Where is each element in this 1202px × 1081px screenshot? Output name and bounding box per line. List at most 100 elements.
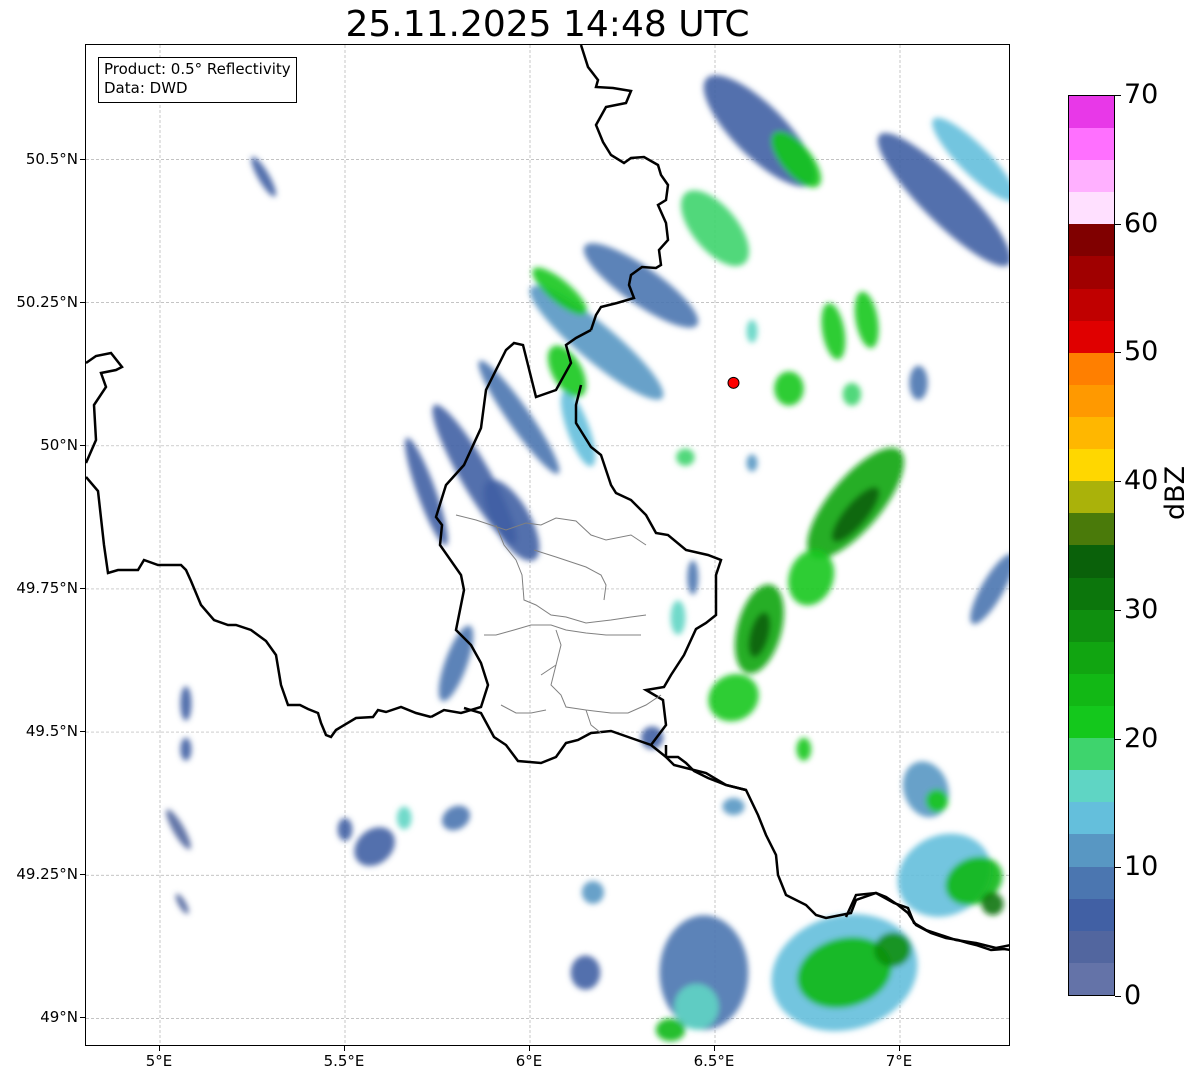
radar-map[interactable] (85, 44, 1010, 1046)
colorbar-segment (1069, 481, 1114, 514)
colorbar-segment (1069, 95, 1114, 129)
lat-tick-label: 50.5°N (25, 149, 78, 168)
colorbar-segment (1069, 834, 1114, 867)
echo-cell (570, 955, 601, 990)
echo-cell (441, 805, 471, 831)
lat-tick-mark (80, 158, 85, 160)
echo-cell (909, 365, 928, 400)
colorbar-segment (1069, 320, 1114, 353)
colorbar-segment (1069, 256, 1114, 289)
radar-site-marker[interactable] (727, 376, 740, 389)
lon-tick-label: 6.5°E (693, 1052, 735, 1070)
colorbar-segment (1069, 930, 1114, 963)
lat-tick-label: 49°N (40, 1008, 78, 1027)
lon-tick-label: 7°E (885, 1052, 913, 1070)
lat-tick-label: 49.75°N (16, 578, 78, 597)
colorbar-segment (1069, 770, 1114, 803)
colorbar-segment (1069, 288, 1114, 321)
data-source-label: Data: DWD (104, 79, 188, 97)
echo-cell (774, 371, 804, 406)
colorbar-segment (1069, 866, 1114, 899)
echo-cell (746, 319, 758, 343)
colorbar-segment (1069, 352, 1114, 385)
echo-cell (166, 809, 191, 850)
colorbar-segment (1069, 224, 1114, 257)
colorbar-tick-label: 70 (1124, 79, 1159, 110)
colorbar-tick-mark (1115, 223, 1121, 225)
colorbar-segment (1069, 706, 1114, 739)
echo-cell (708, 674, 759, 722)
colorbar-tick-label: 20 (1124, 722, 1159, 754)
colorbar-tick-mark (1115, 352, 1121, 354)
echo-cell (970, 553, 1009, 625)
lon-tick-label: 6°E (515, 1052, 543, 1070)
lat-tick-label: 49.25°N (16, 865, 78, 884)
lat-tick-mark (80, 587, 85, 589)
echo-cell (877, 132, 1009, 267)
echo-cell (175, 893, 189, 914)
colorbar-segment (1069, 962, 1114, 995)
product-info-box: Product: 0.5° Reflectivity Data: DWD (98, 57, 297, 103)
echo-cell (842, 382, 862, 406)
echo-cell (854, 291, 879, 349)
colorbar-tick-label: 40 (1124, 465, 1159, 497)
echo-cell (670, 600, 686, 635)
colorbar-segment (1069, 449, 1114, 482)
border-lu-fr (463, 706, 747, 792)
colorbar-segment (1069, 160, 1114, 193)
colorbar-tick-mark (1115, 867, 1121, 869)
echo-cell (655, 1018, 686, 1042)
colorbar-segment (1069, 384, 1114, 418)
border-be-fr-north (86, 351, 124, 464)
lat-tick-mark (80, 301, 85, 303)
lat-tick-label: 49.5°N (25, 722, 78, 741)
lon-tick-label: 5.5°E (323, 1052, 365, 1070)
radar-map-canvas (86, 45, 1009, 1045)
lon-tick-label: 5°E (145, 1052, 173, 1070)
colorbar-segment (1069, 128, 1114, 161)
colorbar-tick-label: 0 (1124, 980, 1142, 1011)
echo-cell (821, 303, 846, 360)
luxembourg-admin-borders (455, 514, 662, 734)
colorbar-segment (1069, 609, 1114, 642)
colorbar-tick-label: 60 (1124, 207, 1159, 239)
colorbar-segment (1069, 577, 1114, 610)
border-lu-de (574, 384, 723, 746)
echo-cell (581, 880, 604, 904)
border-be-fr (86, 476, 432, 739)
colorbar-tick-label: 50 (1124, 336, 1159, 368)
colorbar-segment (1069, 192, 1114, 225)
colorbar-segment (1069, 513, 1114, 546)
echo-cell (180, 737, 192, 761)
colorbar-segment (1069, 898, 1114, 931)
map-title: 25.11.2025 14:48 UTC (345, 4, 750, 45)
lat-tick-mark (80, 1017, 85, 1019)
lon-tick-mark (714, 1046, 715, 1051)
lat-tick-label: 50°N (40, 435, 78, 454)
colorbar-segment (1069, 417, 1114, 450)
echo-cell (796, 737, 812, 761)
lon-tick-mark (344, 1046, 345, 1051)
colorbar-tick-mark (1115, 738, 1121, 740)
echo-cell (438, 625, 474, 702)
product-label: Product: 0.5° Reflectivity (104, 60, 291, 78)
colorbar-tick-mark (1115, 609, 1121, 611)
colorbar-label: dBZ (1160, 465, 1191, 520)
echo-cell (396, 806, 412, 830)
echo-cell (687, 560, 699, 595)
colorbar-segment (1069, 802, 1114, 835)
echo-cell (337, 817, 353, 841)
colorbar-tick-label: 10 (1124, 851, 1159, 883)
colorbar-tick-mark (1115, 95, 1121, 96)
lat-tick-label: 50.25°N (16, 292, 78, 311)
colorbar-segment (1069, 641, 1114, 674)
colorbar-segment (1069, 673, 1114, 707)
lat-tick-mark (80, 444, 85, 446)
echo-cell (722, 797, 745, 816)
echo-cell (676, 448, 695, 466)
lat-tick-mark (80, 731, 85, 733)
colorbar (1068, 95, 1115, 996)
lat-tick-mark (80, 874, 85, 876)
lon-tick-mark (899, 1046, 900, 1051)
colorbar-segment (1069, 738, 1114, 771)
